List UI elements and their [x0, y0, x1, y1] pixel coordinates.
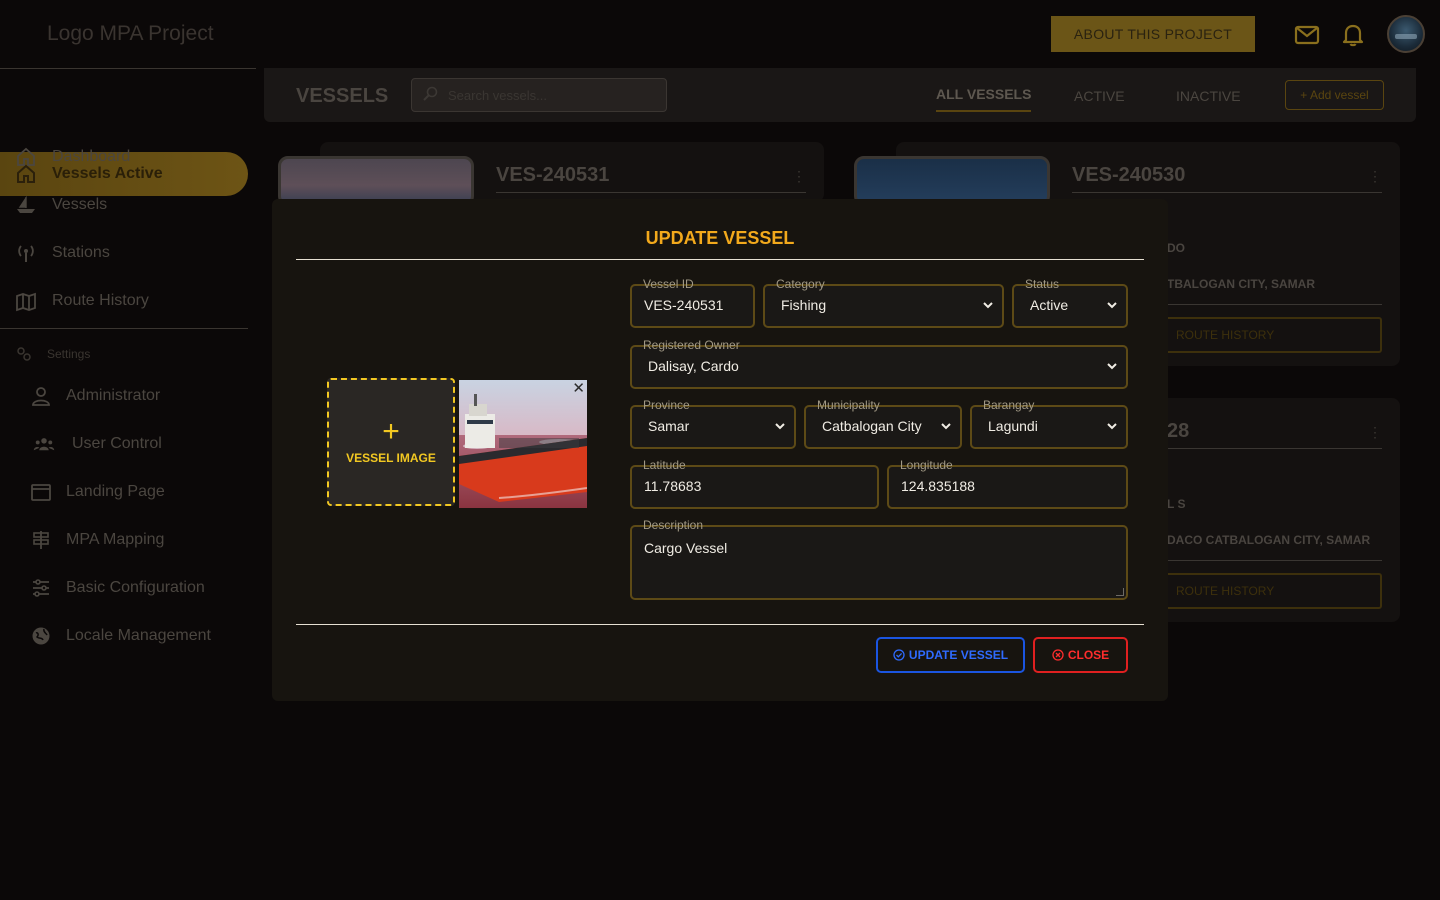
- vessels-toolbar: VESSELS Search vessels... ALL VESSELS AC…: [264, 68, 1416, 122]
- update-vessel-button[interactable]: UPDATE VESSEL: [876, 637, 1025, 673]
- more-options-icon[interactable]: ⋮: [792, 168, 806, 185]
- sidebar-item-user-control[interactable]: User Control: [30, 433, 162, 455]
- sidebar-item-locale-management[interactable]: Locale Management: [30, 625, 211, 647]
- antenna-icon: [15, 242, 37, 264]
- sidebar-item-administrator[interactable]: Administrator: [30, 385, 160, 407]
- sidebar-item-route-history[interactable]: Route History: [15, 290, 149, 312]
- sidebar-item-label: MPA Mapping: [66, 531, 165, 548]
- more-options-icon[interactable]: ⋮: [1368, 424, 1382, 441]
- sidebar-divider: [0, 68, 256, 69]
- sidebar-item-dashboard[interactable]: Dashboard: [15, 146, 130, 168]
- chevron-down-icon: [982, 298, 994, 314]
- sidebar-item-label: Route History: [52, 292, 149, 309]
- sidebar-item-mpa-mapping[interactable]: MPA Mapping: [30, 529, 164, 551]
- plus-icon: +: [382, 415, 400, 448]
- longitude-field[interactable]: Longitude 124.835188: [887, 458, 1128, 509]
- chevron-down-icon: [940, 419, 952, 435]
- resize-handle[interactable]: [1116, 588, 1124, 596]
- vessel-image-preview: ✕: [459, 380, 587, 508]
- vessel-image-upload[interactable]: + VESSEL IMAGE: [327, 378, 455, 506]
- province-select[interactable]: Province Samar: [630, 398, 796, 449]
- chevron-down-icon: [1106, 419, 1118, 435]
- update-vessel-modal: UPDATE VESSEL + VESSEL IMAGE ✕ Vessel ID…: [272, 199, 1168, 701]
- more-options-icon[interactable]: ⋮: [1368, 168, 1382, 185]
- sidebar-item-label: Landing Page: [66, 483, 165, 500]
- logo[interactable]: Logo MPA Project: [47, 22, 214, 46]
- tab-inactive[interactable]: INACTIVE: [1176, 88, 1241, 104]
- vessel-id: 28: [1167, 420, 1190, 442]
- modal-divider: [296, 624, 1144, 625]
- vessel-address: TBALOGAN CITY, SAMAR: [1167, 277, 1315, 291]
- route-history-button[interactable]: ROUTE HISTORY: [1160, 317, 1382, 353]
- settings-section-label: Settings: [15, 345, 90, 363]
- municipality-select[interactable]: Municipality Catbalogan City: [804, 398, 962, 449]
- vessel-owner: L S: [1167, 497, 1186, 511]
- gears-icon: [15, 345, 33, 363]
- page-title: VESSELS: [296, 85, 389, 107]
- vessel-id: VES-240530: [1072, 164, 1186, 186]
- vessel-id: VES-240531: [496, 164, 610, 186]
- sidebar-item-label: Stations: [52, 244, 110, 261]
- sidebar-item-basic-configuration[interactable]: Basic Configuration: [30, 577, 205, 599]
- card-divider: [1072, 192, 1382, 193]
- card-divider: [1167, 304, 1382, 305]
- modal-title: UPDATE VESSEL: [645, 228, 795, 248]
- about-project-button[interactable]: ABOUT THIS PROJECT: [1051, 16, 1255, 52]
- vessel-id-field[interactable]: Vessel ID VES-240531: [630, 277, 755, 328]
- chevron-down-icon: [774, 419, 786, 435]
- barangay-select[interactable]: Barangay Lagundi: [970, 398, 1128, 449]
- home-icon: [15, 146, 37, 168]
- user-icon: [30, 385, 52, 407]
- description-textarea[interactable]: Description Cargo Vessel: [630, 518, 1128, 600]
- vessel-address: DACO CATBALOGAN CITY, SAMAR: [1167, 533, 1371, 547]
- sliders-icon: [30, 577, 52, 599]
- sidebar-item-landing-page[interactable]: Landing Page: [30, 481, 165, 503]
- avatar[interactable]: [1387, 15, 1425, 53]
- remove-image-icon[interactable]: ✕: [572, 380, 585, 397]
- card-divider: [496, 192, 806, 193]
- search-input[interactable]: Search vessels...: [411, 78, 667, 112]
- globe-icon: [30, 625, 52, 647]
- sidebar-item-label: Locale Management: [66, 627, 211, 644]
- users-icon: [30, 433, 58, 455]
- tab-active[interactable]: ACTIVE: [1074, 88, 1125, 104]
- add-vessel-button[interactable]: + Add vessel: [1285, 80, 1384, 110]
- sidebar-item-vessels[interactable]: Vessels: [15, 194, 107, 216]
- tab-all-vessels[interactable]: ALL VESSELS: [936, 86, 1032, 112]
- status-select[interactable]: Status Active: [1012, 277, 1128, 328]
- sidebar: Vessels Active Dashboard Vessels Station…: [0, 68, 256, 900]
- close-button[interactable]: CLOSE: [1033, 637, 1128, 673]
- chevron-down-icon: [1106, 298, 1118, 314]
- window-icon: [30, 481, 52, 503]
- mail-icon[interactable]: [1294, 22, 1320, 48]
- card-divider: [1167, 560, 1382, 561]
- sidebar-item-label: Basic Configuration: [66, 579, 205, 596]
- route-history-button[interactable]: ROUTE HISTORY: [1160, 573, 1382, 609]
- sidebar-divider: [0, 328, 248, 329]
- search-icon: [422, 86, 438, 105]
- card-divider: [1167, 448, 1382, 449]
- chevron-down-icon: [1106, 359, 1118, 375]
- sidebar-item-label: Vessels: [52, 196, 108, 213]
- modal-divider: [296, 259, 1144, 260]
- close-circle-icon: [1052, 649, 1064, 661]
- ship-icon: [15, 194, 37, 216]
- sidebar-item-label: Dashboard: [52, 148, 131, 165]
- latitude-field[interactable]: Latitude 11.78683: [630, 458, 879, 509]
- sidebar-item-stations[interactable]: Stations: [15, 242, 110, 264]
- signpost-icon: [30, 529, 52, 551]
- bell-icon[interactable]: [1340, 22, 1366, 48]
- sidebar-item-label: Administrator: [66, 387, 161, 404]
- category-select[interactable]: Category Fishing: [763, 277, 1004, 328]
- vessel-owner: DO: [1167, 241, 1185, 255]
- map-icon: [15, 290, 37, 312]
- check-circle-icon: [893, 649, 905, 661]
- top-header: Logo MPA Project ABOUT THIS PROJECT: [0, 0, 1440, 68]
- sidebar-item-label: User Control: [72, 435, 162, 452]
- vessel-image-label: VESSEL IMAGE: [346, 451, 436, 465]
- search-placeholder: Search vessels...: [448, 87, 547, 103]
- registered-owner-select[interactable]: Registered Owner Dalisay, Cardo: [630, 338, 1128, 389]
